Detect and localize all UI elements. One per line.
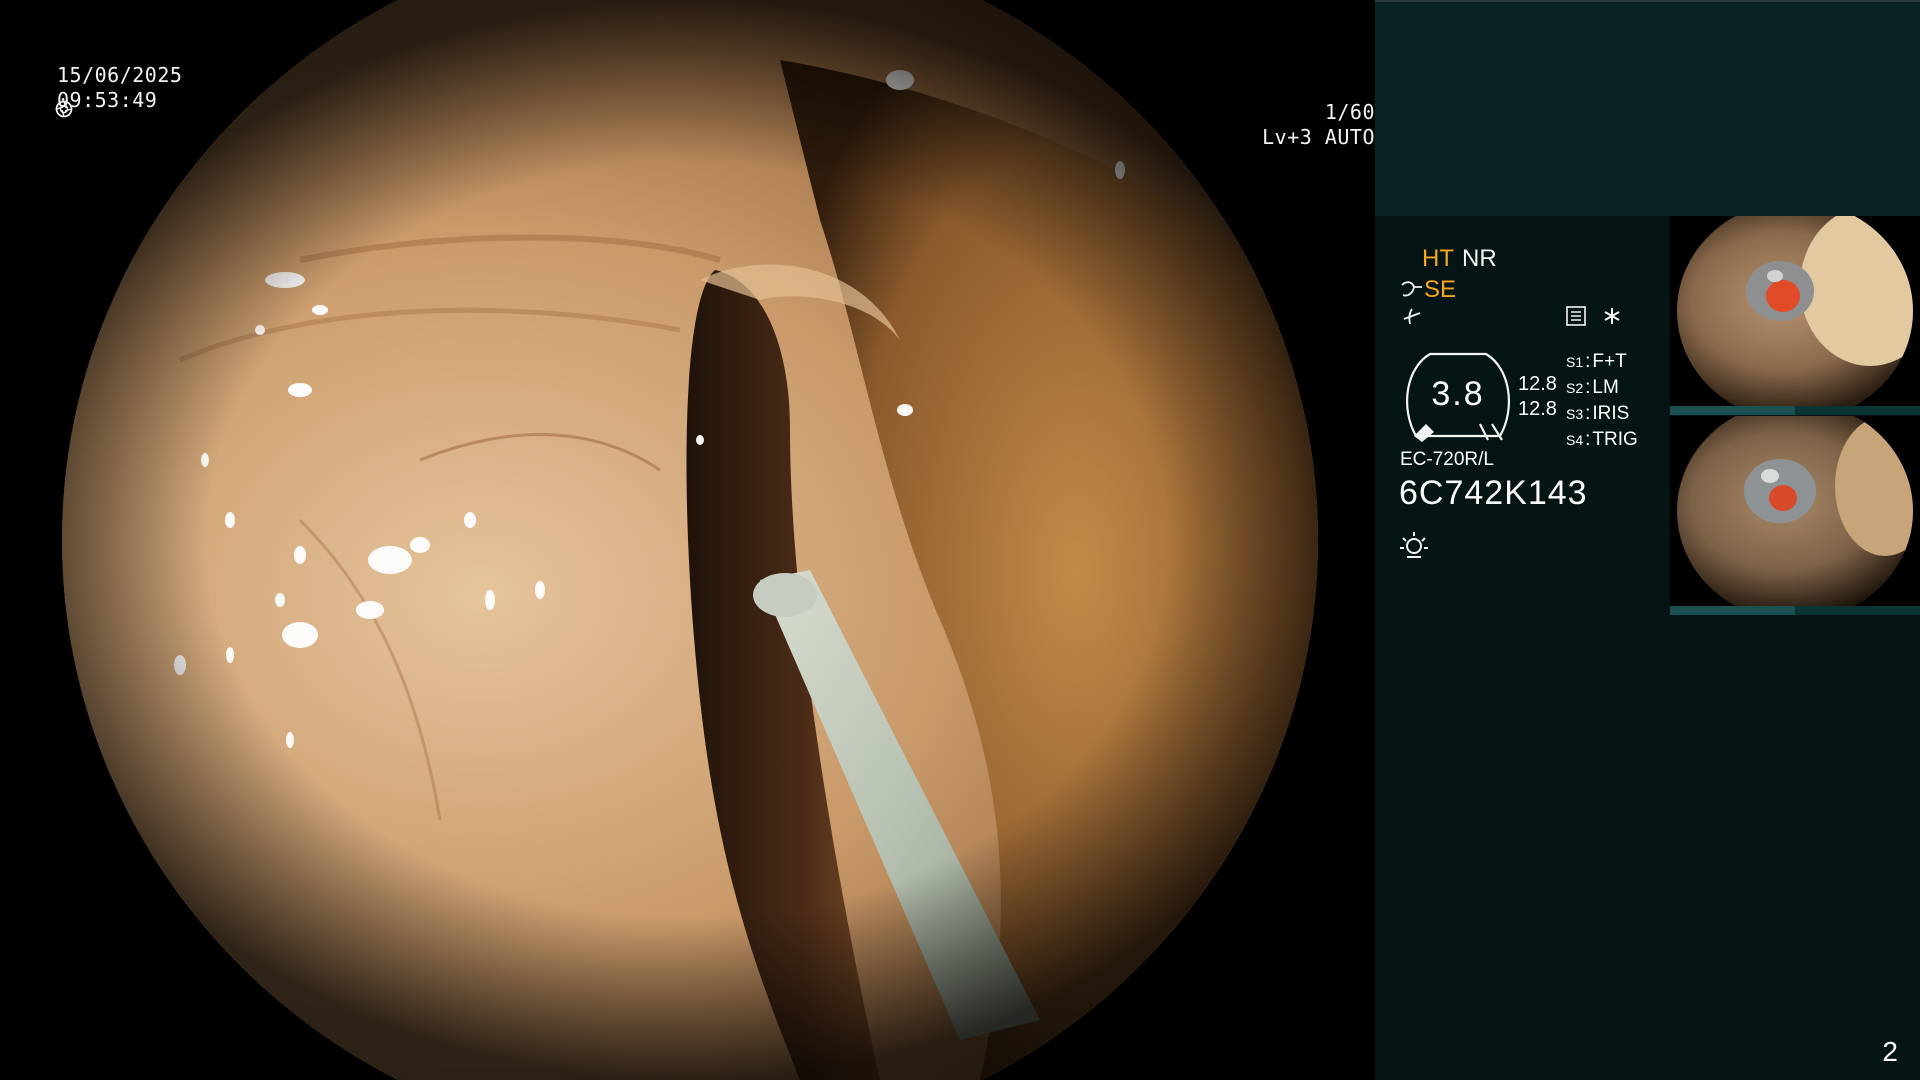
scope-model: EC-720R/L	[1400, 449, 1494, 470]
mode-line-3	[1400, 305, 1497, 327]
enhance-icon	[1401, 280, 1422, 296]
gauge-value: 3.8	[1431, 375, 1485, 413]
iris-text: Lv+3 AUTO	[1262, 125, 1375, 149]
switch-value: TRIG	[1592, 429, 1638, 450]
switch-s2: S2: LM	[1566, 375, 1638, 401]
iris-icon	[55, 100, 73, 118]
switch-value: LM	[1592, 377, 1619, 398]
switch-value: F+T	[1592, 351, 1627, 372]
mode-se: SE	[1424, 276, 1457, 303]
thumbnail-image	[1677, 416, 1913, 606]
switch-key: S3	[1566, 406, 1584, 422]
record-icon	[1566, 306, 1586, 326]
mode-nr: NR	[1462, 245, 1497, 272]
thumbnail-bar-2	[1670, 606, 1920, 615]
switch-key: S4	[1566, 432, 1584, 448]
shutter-row: 1/60	[55, 100, 1375, 125]
shutter-text: 1/60	[1324, 100, 1375, 124]
page-number: 2	[1882, 1036, 1898, 1067]
gauge-num-top: 12.8	[1518, 373, 1557, 395]
switch-assignments: S1: F+T S2: LM S3: IRIS S4: TRIG	[1566, 349, 1638, 453]
gauge-numbers: 12.8 12.8	[1518, 372, 1557, 422]
switch-key: S1	[1566, 354, 1584, 370]
gauge-num-bottom: 12.8	[1518, 398, 1557, 420]
date-text: 15/06/2025	[57, 63, 183, 87]
iris-row: Lv+3 AUTO	[55, 100, 1375, 150]
thumbnail-bar-1	[1670, 406, 1920, 415]
switch-s3: S3: IRIS	[1566, 401, 1638, 427]
mode-ht: HT	[1422, 245, 1454, 272]
mode-indicators: HT NR SE	[1400, 243, 1497, 327]
panel-header	[1375, 0, 1920, 216]
switch-s1: S1: F+T	[1566, 349, 1638, 375]
capture-thumbnail-1[interactable]	[1670, 216, 1920, 406]
exposure-overlay: 1/60 Lv+3 AUTO	[55, 100, 1375, 150]
freeze-icon	[1403, 308, 1421, 325]
switch-s4: S4: TRIG	[1566, 427, 1638, 453]
colon-image	[62, 0, 1318, 1080]
asterisk-icon	[1604, 308, 1620, 324]
mode-line-2: SE	[1400, 274, 1497, 305]
switch-key: S2	[1566, 380, 1584, 396]
switch-value: IRIS	[1592, 403, 1630, 424]
status-icons	[1565, 305, 1623, 327]
capture-thumbnail-2[interactable]	[1670, 416, 1920, 606]
light-source-icon	[1400, 532, 1428, 558]
mode-line-1: HT NR	[1400, 243, 1497, 274]
thumbnail-image	[1677, 216, 1913, 406]
info-panel: HT NR SE 3.8 12.8 12.8 S1: F+T S2: LM …	[1375, 0, 1920, 1080]
endoscope-view: 15/06/2025 09:53:49 1/60 Lv+3 AUTO	[0, 0, 1375, 1080]
scope-serial: 6C742K143	[1399, 474, 1588, 512]
